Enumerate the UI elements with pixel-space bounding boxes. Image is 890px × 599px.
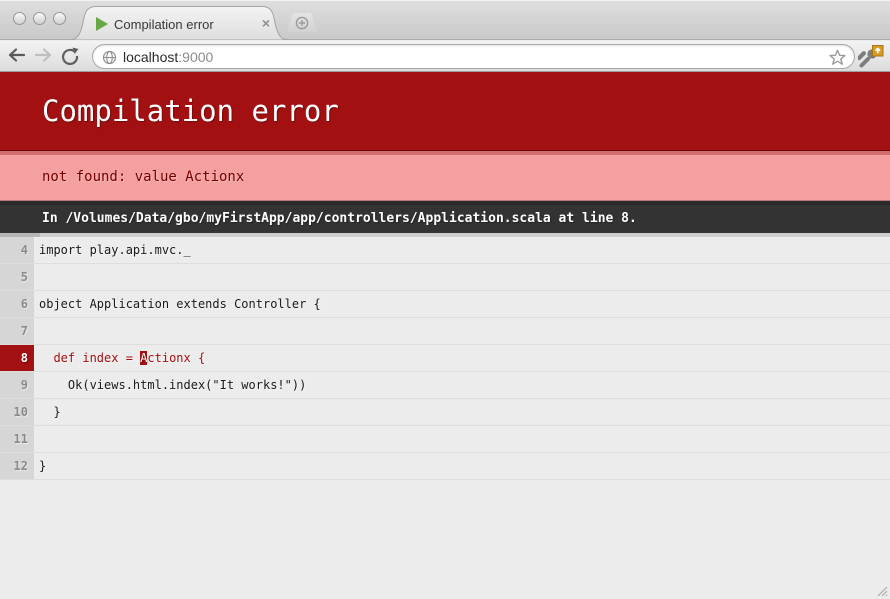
url-port: :9000	[178, 49, 213, 65]
url-text[interactable]: localhost:9000	[123, 49, 213, 65]
settings-wrench-button[interactable]	[858, 45, 884, 69]
code-line-11: 11	[0, 426, 890, 453]
reload-button[interactable]	[60, 46, 84, 67]
code-line-8: 8 def index = Actionx {	[0, 345, 890, 372]
address-bar[interactable]: localhost:9000	[92, 44, 855, 69]
globe-icon	[102, 50, 117, 65]
play-framework-favicon-icon	[96, 17, 108, 31]
forward-button[interactable]	[32, 46, 56, 67]
code-line-4: 4import play.api.mvc._	[0, 237, 890, 264]
code-block: 4import play.api.mvc._56object Applicati…	[0, 237, 890, 480]
tab-close-icon[interactable]: ×	[258, 15, 274, 31]
line-code: }	[34, 399, 61, 425]
line-number: 11	[0, 426, 34, 452]
line-number: 9	[0, 372, 34, 398]
back-arrow-icon	[6, 46, 28, 64]
url-host: localhost	[123, 49, 178, 65]
tab-strip: Compilation error ×	[0, 0, 890, 40]
line-number: 12	[0, 453, 34, 479]
back-button[interactable]	[6, 46, 30, 67]
code-line-6: 6object Application extends Controller {	[0, 291, 890, 318]
code-line-7: 7	[0, 318, 890, 345]
line-code: def index = Actionx {	[34, 345, 205, 371]
reload-icon	[60, 46, 80, 66]
browser-tab[interactable]: Compilation error ×	[70, 5, 288, 40]
line-number: 6	[0, 291, 34, 317]
line-number: 10	[0, 399, 34, 425]
window-close-button[interactable]	[13, 12, 26, 25]
line-number: 7	[0, 318, 34, 344]
browser-toolbar: localhost:9000	[0, 41, 890, 72]
line-code: }	[34, 453, 46, 479]
page-title: Compilation error	[0, 72, 890, 151]
error-marker: A	[140, 351, 147, 365]
forward-arrow-icon	[32, 46, 54, 64]
error-location-bar: In /Volumes/Data/gbo/myFirstApp/app/cont…	[0, 201, 890, 233]
line-code: object Application extends Controller {	[34, 291, 321, 317]
code-line-12: 12}	[0, 453, 890, 480]
line-code: Ok(views.html.index("It works!"))	[34, 372, 306, 398]
tab-title: Compilation error	[114, 17, 214, 32]
wrench-icon	[858, 45, 884, 69]
new-tab-button[interactable]	[287, 13, 317, 32]
browser-window: Compilation error ×	[0, 0, 890, 599]
error-detail-message: not found: value Actionx	[0, 151, 890, 201]
plus-circle-icon	[295, 16, 309, 30]
line-code: import play.api.mvc._	[34, 237, 191, 263]
line-number: 8	[0, 345, 34, 371]
window-minimize-button[interactable]	[33, 12, 46, 25]
bookmark-star-icon[interactable]	[829, 49, 846, 66]
line-number: 4	[0, 237, 34, 263]
error-page: Compilation error not found: value Actio…	[0, 72, 890, 599]
code-line-5: 5	[0, 264, 890, 291]
code-line-9: 9 Ok(views.html.index("It works!"))	[0, 372, 890, 399]
code-line-10: 10 }	[0, 399, 890, 426]
window-resize-grip-icon[interactable]	[874, 583, 888, 597]
window-zoom-button[interactable]	[53, 12, 66, 25]
line-number: 5	[0, 264, 34, 290]
